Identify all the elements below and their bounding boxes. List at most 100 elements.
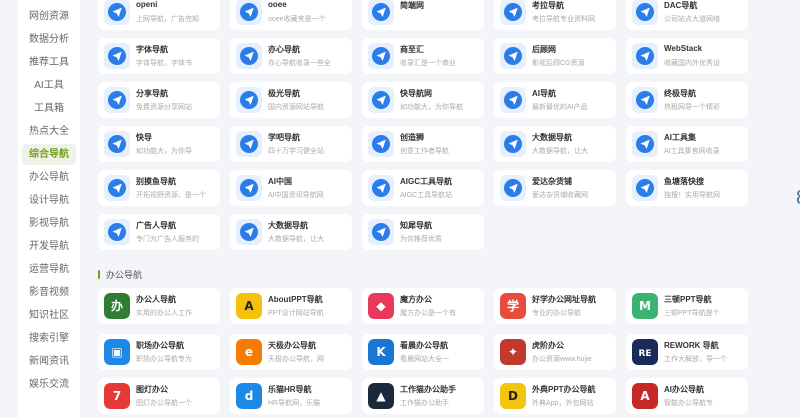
card-title: 工作猫办公助手 <box>400 385 456 394</box>
card-title: 知犀导航 <box>400 221 432 230</box>
nav-card[interactable]: AI工具集 AI工具集官网收录 <box>626 126 748 162</box>
send-plane-icon <box>500 175 526 201</box>
sidebar-item[interactable]: 热点大全 <box>22 121 76 142</box>
card-title: 大数据导航 <box>268 221 308 230</box>
nav-card[interactable]: A AI办公导航 智能办公导航专 <box>626 378 748 414</box>
card-description: 爱达杂货铺收藏网 <box>532 192 588 199</box>
card-title: 商至汇 <box>400 45 424 54</box>
card-title: 好学办公网址导航 <box>532 295 596 304</box>
nav-card[interactable]: M 三顿PPT导航 三顿PPT导航是个 <box>626 288 748 324</box>
nav-card[interactable]: 快导航网 如功能大，为你导航 <box>362 82 484 118</box>
card-description: 公司站点大道网络 <box>664 16 720 23</box>
card-title: 图灯办公 <box>136 385 168 394</box>
nav-card[interactable]: WebStack 收藏国内外优秀设 <box>626 38 748 74</box>
nav-card[interactable]: 后顾网 影视后顾CG资源 <box>494 38 616 74</box>
sidebar-item[interactable]: 娱乐交流 <box>22 374 76 395</box>
card-description: 亦心导航收录一些全 <box>268 60 331 67</box>
card-title: 看晨办公导航 <box>400 341 448 350</box>
sidebar-item[interactable]: 新闻资讯 <box>22 351 76 372</box>
sidebar-item[interactable]: 设计导航 <box>22 190 76 211</box>
nav-card[interactable]: DAC导航 公司站点大道网络 <box>626 0 748 30</box>
send-plane-icon <box>632 43 658 69</box>
nav-card[interactable]: 商至汇收录汇是一个商业 <box>362 38 484 74</box>
sidebar-item[interactable]: 搜索引擎 <box>22 328 76 349</box>
nav-card[interactable]: AI中国 AI中国资讯导航网 <box>230 170 352 206</box>
sidebar-item[interactable]: 开发导航 <box>22 236 76 257</box>
svg-text:▣: ▣ <box>111 345 122 359</box>
nav-card[interactable]: AIGC工具导航 AIGC工具导航站 <box>362 170 484 206</box>
ai-office-icon: A <box>632 383 658 409</box>
main-content: 办公导航 openi 上网导航，广告完知 ooee ooee收藏夹是一个 简端网 考拉导航… <box>98 0 758 418</box>
send-plane-icon <box>368 0 394 25</box>
nav-card[interactable]: 学 好学办公网址导航 专业的办公导航 <box>494 288 616 324</box>
nav-card[interactable]: ✦ 虎阶办公 办公资源www.hujie <box>494 334 616 370</box>
sidebar-item[interactable]: 网创资源 <box>22 6 76 27</box>
nav-card[interactable]: 别摸鱼导航 开拓视野资源，是一个 <box>98 170 220 206</box>
card-description: 专业的办公导航 <box>532 310 581 317</box>
card-description: 大数据导航，让大 <box>532 148 588 155</box>
card-title: 终极导航 <box>664 89 696 98</box>
nav-card[interactable]: 学吧导航 四十万学习健全站 <box>230 126 352 162</box>
card-description: 如功能大，为你导 <box>136 148 192 155</box>
sidebar-item[interactable]: 综合导航 <box>22 144 76 165</box>
sidebar-item[interactable]: 知识社区 <box>22 305 76 326</box>
nav-card[interactable]: 广告人导航 专门为广告人服务的 <box>98 214 220 250</box>
card-description: 创意工作者导航 <box>400 148 449 155</box>
sidebar-item[interactable]: 工具箱 <box>22 98 76 119</box>
rework-icon: RE <box>632 339 658 365</box>
sidebar-item[interactable]: 办公导航 <box>22 167 76 188</box>
sidebar-item[interactable]: 推荐工具 <box>22 52 76 73</box>
nav-card[interactable]: openi 上网导航，广告完知 <box>98 0 220 30</box>
nav-card[interactable]: A AboutPPT导航 PPT设计网站导航 <box>230 288 352 324</box>
send-plane-icon <box>500 43 526 69</box>
send-plane-icon <box>632 87 658 113</box>
nav-card[interactable]: 分享导航 免费资源分享网站 <box>98 82 220 118</box>
nav-card[interactable]: ooee ooee收藏夹是一个 <box>230 0 352 30</box>
nav-card[interactable]: D 外典PPT办公导航 外典App，外包网站 <box>494 378 616 414</box>
nav-card[interactable]: 亦心导航 亦心导航收录一些全 <box>230 38 352 74</box>
nav-card[interactable]: e 天极办公导航 天极办公导航，网 <box>230 334 352 370</box>
nav-card[interactable]: 爱达杂货铺 爱达杂货铺收藏网 <box>494 170 616 206</box>
nav-card[interactable]: ▣ 职场办公导航 职场办公导航专为 <box>98 334 220 370</box>
nav-card[interactable]: ◆ 魔方办公 魔方办公是一个有 <box>362 288 484 324</box>
nav-card[interactable]: 快导如功能大，为你导 <box>98 126 220 162</box>
nav-card[interactable]: 大数据导航 大数据导航，让大 <box>230 214 352 250</box>
send-plane-icon <box>104 219 130 245</box>
send-plane-icon <box>236 87 262 113</box>
card-description: 工作猫办公助手 <box>400 400 449 407</box>
card-title: 极光导航 <box>268 89 300 98</box>
card-title: 别摸鱼导航 <box>136 177 176 186</box>
mofang-icon: ◆ <box>368 293 394 319</box>
card-title: 快导 <box>136 133 152 142</box>
nav-card[interactable]: 大数据导航 大数据导航，让大 <box>494 126 616 162</box>
nav-card[interactable]: 极光导航 国内资源网站导航 <box>230 82 352 118</box>
card-description: 收录汇是一个商业 <box>400 60 456 67</box>
sidebar-item[interactable]: AI工具 <box>22 75 76 96</box>
nav-card[interactable]: ▲ 工作猫办公助手 工作猫办公助手 <box>362 378 484 414</box>
nav-card[interactable]: 鱼塘落快搜 独搜！实用导航网 <box>626 170 748 206</box>
nav-card[interactable]: AI导航 最新最优的AI产品 <box>494 82 616 118</box>
sidebar-item[interactable]: 数据分析 <box>22 29 76 50</box>
nav-card[interactable]: 知犀导航 为你推荐优质 <box>362 214 484 250</box>
send-plane-icon <box>236 0 262 25</box>
card-title: 广告人导航 <box>136 221 176 230</box>
nav-card[interactable]: 终极导航 热租网导一个精彩 <box>626 82 748 118</box>
card-title: 外典PPT办公导航 <box>532 385 596 394</box>
kanchen-k-icon: K <box>368 339 394 365</box>
nav-card[interactable]: RE REWORK 导航 工作大解放，导一个 <box>626 334 748 370</box>
sidebar-item[interactable]: 运营导航 <box>22 259 76 280</box>
nav-card[interactable]: K 看晨办公导航 看晨网站大全一 <box>362 334 484 370</box>
sidebar-item[interactable]: 影视导航 <box>22 213 76 234</box>
send-plane-icon <box>236 43 262 69</box>
nav-card[interactable]: d 乐猫HR导航 HR导航网，乐猫 <box>230 378 352 414</box>
nav-card[interactable]: 字体导航 字体导航，字体书 <box>98 38 220 74</box>
nav-card[interactable]: 办 办公人导航 实用的办公人工作 <box>98 288 220 324</box>
aboutppt-icon: A <box>236 293 262 319</box>
nav-card[interactable]: 创造狮 创意工作者导航 <box>362 126 484 162</box>
nav-card[interactable]: 简端网 <box>362 0 484 30</box>
card-title: 考拉导航 <box>532 1 564 10</box>
nav-card[interactable]: 考拉导航 考拉导航专业资料网 <box>494 0 616 30</box>
nav-card[interactable]: 7 图灯办公 图灯办公导航一个 <box>98 378 220 414</box>
card-description: 影视后顾CG资源 <box>532 60 585 67</box>
sidebar-item[interactable]: 影音视频 <box>22 282 76 303</box>
